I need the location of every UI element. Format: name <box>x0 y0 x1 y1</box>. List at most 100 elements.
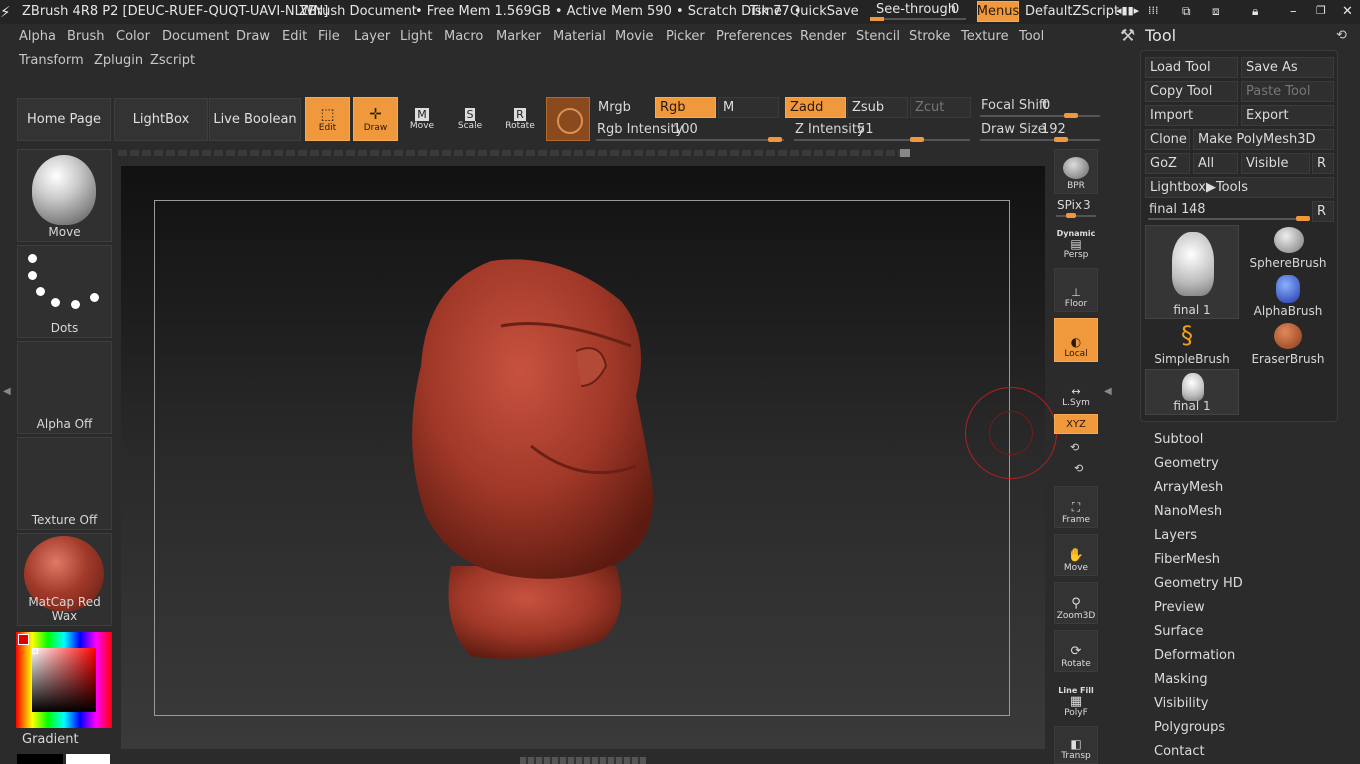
frame-button[interactable]: ⛶ Frame <box>1054 486 1098 528</box>
copy-tool-button[interactable]: Copy Tool <box>1145 81 1238 102</box>
menu-tool[interactable]: Tool <box>1019 29 1044 44</box>
move-button[interactable]: M Move <box>402 100 442 138</box>
edit-button[interactable]: ⬚ Edit <box>305 97 350 141</box>
alpha-thumbnail[interactable]: Alpha Off <box>17 341 112 434</box>
material-thumbnail[interactable]: MatCap Red Wax <box>17 533 112 626</box>
y-axis-rotate-icon[interactable]: ⟲ <box>1070 441 1079 454</box>
gradient-label[interactable]: Gradient <box>22 732 79 747</box>
close-icon[interactable]: ✕ <box>1342 4 1353 19</box>
import-button[interactable]: Import <box>1145 105 1238 126</box>
default-zscript-button[interactable]: DefaultZScript <box>1025 4 1119 19</box>
zoom3d-button[interactable]: ⚲ Zoom3D <box>1054 582 1098 624</box>
tool-section-nanomesh[interactable]: NanoMesh <box>1154 500 1243 524</box>
lsym-button[interactable]: ↔ L.Sym <box>1054 366 1098 410</box>
tool-thumb-final1-subtool[interactable]: final 1 <box>1145 369 1239 415</box>
transp-button[interactable]: ◧ Transp <box>1054 726 1098 764</box>
menu-movie[interactable]: Movie <box>615 29 653 44</box>
goz-r-button[interactable]: R <box>1312 153 1334 174</box>
color-picker[interactable] <box>16 632 112 728</box>
menu-macro[interactable]: Macro <box>444 29 483 44</box>
live-boolean-button[interactable]: Live Boolean <box>209 98 301 141</box>
layout-bars-icon[interactable]: ⁞⁞⁞ <box>1148 4 1159 17</box>
menu-render[interactable]: Render <box>800 29 846 44</box>
menu-zplugin[interactable]: Zplugin <box>94 53 143 68</box>
minimize-icon[interactable]: – <box>1290 4 1297 19</box>
tool-section-fibermesh[interactable]: FiberMesh <box>1154 548 1243 572</box>
paste-tool-button[interactable]: Paste Tool <box>1241 81 1334 102</box>
menus-button[interactable]: Menus <box>977 1 1019 22</box>
tool-section-masking[interactable]: Masking <box>1154 668 1243 692</box>
bpr-button[interactable]: BPR <box>1054 149 1098 194</box>
focal-shift-knob[interactable] <box>1064 113 1078 118</box>
rgb-button[interactable]: Rgb <box>655 97 716 118</box>
layout-save-icon[interactable]: ⧈ <box>1212 4 1220 19</box>
tool-section-layers[interactable]: Layers <box>1154 524 1243 548</box>
goz-all-button[interactable]: All <box>1193 153 1238 174</box>
draw-size-slider[interactable] <box>980 139 1100 141</box>
menu-preferences[interactable]: Preferences <box>716 29 792 44</box>
menu-stroke[interactable]: Stroke <box>909 29 950 44</box>
color-cursor[interactable] <box>32 648 38 654</box>
menu-brush[interactable]: Brush <box>67 29 105 44</box>
refresh-icon[interactable]: ⟲ <box>1336 28 1347 43</box>
tool-section-subtool[interactable]: Subtool <box>1154 428 1243 452</box>
color-saturation-square[interactable] <box>32 648 96 712</box>
menu-light[interactable]: Light <box>400 29 432 44</box>
left-tray-arrow-icon[interactable]: ◀ <box>3 386 11 397</box>
local-button[interactable]: ◐ Local <box>1054 318 1098 362</box>
draw-button[interactable]: ✛ Draw <box>353 97 398 141</box>
zcut-button[interactable]: Zcut <box>910 97 971 118</box>
draw-size-knob[interactable] <box>1054 137 1068 142</box>
lightbox-tools-button[interactable]: Lightbox▶Tools <box>1145 177 1334 198</box>
tool-section-contact[interactable]: Contact <box>1154 740 1243 764</box>
scale-button[interactable]: S Scale <box>450 100 490 138</box>
rgb-intensity-knob[interactable] <box>768 137 782 142</box>
xyz-button[interactable]: XYZ <box>1054 414 1098 434</box>
m-button[interactable]: M <box>718 97 779 118</box>
mrgb-button[interactable]: Mrgb <box>594 97 654 118</box>
tool-section-geometry-hd[interactable]: Geometry HD <box>1154 572 1243 596</box>
canvas[interactable] <box>121 166 1057 749</box>
move-view-button[interactable]: ✋ Move <box>1054 534 1098 576</box>
zadd-button[interactable]: Zadd <box>785 97 846 118</box>
goz-button[interactable]: GoZ <box>1145 153 1190 174</box>
tool-thumb-eraserbrush[interactable]: EraserBrush <box>1242 321 1334 367</box>
menu-edit[interactable]: Edit <box>282 29 307 44</box>
persp-button[interactable]: Dynamic ▤ Persp <box>1054 220 1098 262</box>
tool-section-visibility[interactable]: Visibility <box>1154 692 1243 716</box>
secondary-color-swatch[interactable] <box>17 754 63 764</box>
tool-section-geometry[interactable]: Geometry <box>1154 452 1243 476</box>
menu-texture[interactable]: Texture <box>961 29 1009 44</box>
zbrush-logo-icon[interactable]: ⚡ <box>0 3 11 21</box>
tool-section-deformation[interactable]: Deformation <box>1154 644 1243 668</box>
menu-marker[interactable]: Marker <box>496 29 541 44</box>
quicksave-button[interactable]: QuickSave <box>790 4 859 19</box>
tool-thumb-simplebrush[interactable]: § SimpleBrush <box>1145 321 1239 367</box>
polyf-button[interactable]: Line Fill ▦ PolyF <box>1054 678 1098 720</box>
menu-alpha[interactable]: Alpha <box>19 29 56 44</box>
seethrough-label[interactable]: See-through <box>876 2 956 17</box>
restore-icon[interactable]: ❐ <box>1316 4 1326 17</box>
primary-color-swatch[interactable] <box>66 754 110 764</box>
menu-picker[interactable]: Picker <box>666 29 705 44</box>
menu-file[interactable]: File <box>318 29 340 44</box>
menu-stencil[interactable]: Stencil <box>856 29 900 44</box>
tool-thumb-alphabrush[interactable]: AlphaBrush <box>1242 273 1334 319</box>
spix-knob[interactable] <box>1066 213 1076 218</box>
home-page-button[interactable]: Home Page <box>17 98 111 141</box>
menu-zscript[interactable]: Zscript <box>150 53 195 68</box>
menu-color[interactable]: Color <box>116 29 150 44</box>
brush-thumbnail[interactable]: Move <box>17 149 112 242</box>
menu-document[interactable]: Document <box>162 29 229 44</box>
save-as-button[interactable]: Save As <box>1241 57 1334 78</box>
tool-thumb-spherebrush[interactable]: SphereBrush <box>1242 225 1334 271</box>
menu-layer[interactable]: Layer <box>354 29 390 44</box>
tool-section-preview[interactable]: Preview <box>1154 596 1243 620</box>
focal-shift-slider[interactable] <box>980 115 1100 117</box>
rotate-button[interactable]: R Rotate <box>500 100 540 138</box>
tool-section-surface[interactable]: Surface <box>1154 620 1243 644</box>
time-button[interactable]: Time <box>750 4 782 19</box>
canvas-bottom-scrollbar[interactable] <box>520 757 646 764</box>
tool-section-arraymesh[interactable]: ArrayMesh <box>1154 476 1243 500</box>
layout-switch-icon[interactable]: ⧉ <box>1182 4 1191 19</box>
